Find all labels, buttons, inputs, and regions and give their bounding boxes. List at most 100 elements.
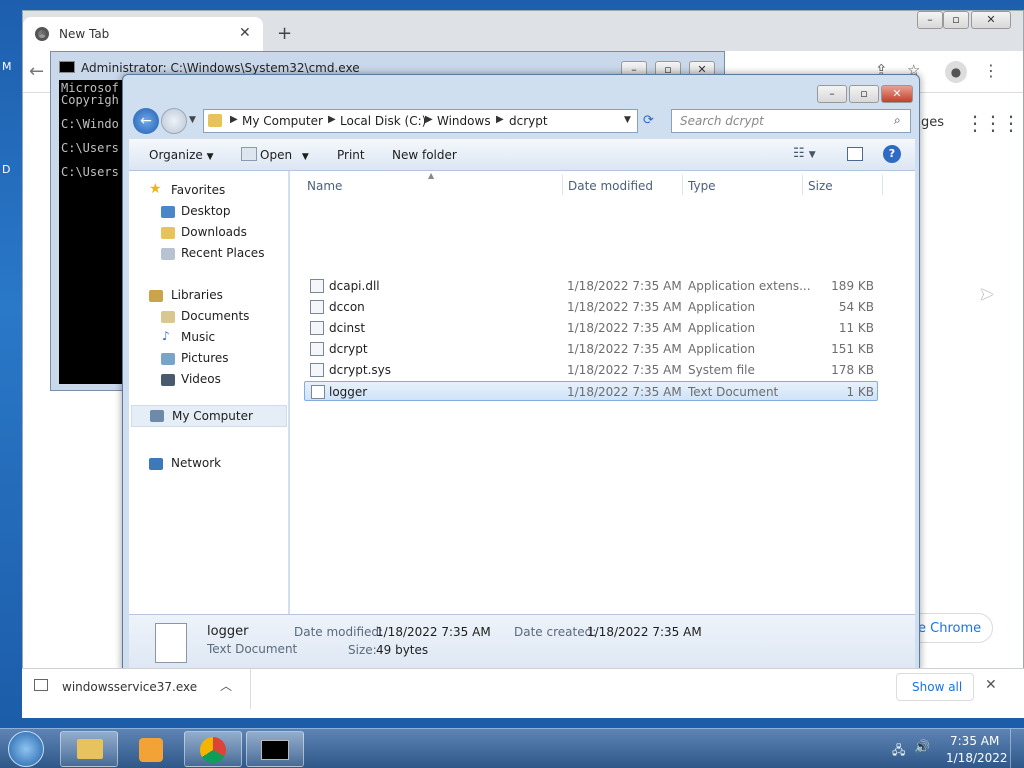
close-window-button[interactable]: ✕	[971, 11, 1011, 29]
start-button[interactable]	[8, 731, 44, 767]
file-date: 1/18/2022 7:35 AM	[567, 342, 682, 356]
cmd-icon	[261, 740, 289, 760]
minimize-button[interactable]: –	[917, 11, 943, 29]
nav-network[interactable]: Network	[171, 456, 221, 470]
chrome-logo-icon	[35, 27, 49, 41]
search-input[interactable]: Search dcrypt ⌕	[671, 109, 911, 133]
details-type: Text Document	[207, 642, 298, 656]
maximize-button[interactable]: ▫	[849, 85, 879, 103]
file-row[interactable]: dcrypt.sys 1/18/2022 7:35 AM System file 17…	[304, 360, 878, 380]
chevron-right-icon: ▶	[496, 114, 504, 125]
text-document-icon	[155, 623, 187, 663]
taskbar-explorer[interactable]	[60, 731, 118, 767]
file-row[interactable]: dcrypt 1/18/2022 7:35 AM Application 151 KB	[304, 339, 878, 359]
breadcrumb-item[interactable]: Local Disk (C:)	[340, 114, 426, 128]
documents-icon	[161, 311, 175, 323]
column-name[interactable]: Name	[307, 179, 342, 193]
chevron-down-icon[interactable]: ▼	[624, 115, 631, 125]
forward-icon[interactable]	[161, 108, 187, 134]
chrome-logo-icon	[200, 737, 226, 763]
nav-recent-places[interactable]: Recent Places	[181, 246, 264, 260]
file-row[interactable]: dcapi.dll 1/18/2022 7:35 AM Application ex…	[304, 276, 878, 296]
view-options-icon[interactable]: ☷ ▼	[793, 146, 816, 161]
column-divider[interactable]	[882, 175, 883, 195]
column-divider[interactable]	[562, 175, 563, 195]
navigation-pane: ★ Favorites Desktop Downloads Recent Pla…	[129, 171, 289, 614]
minimize-button[interactable]: –	[817, 85, 847, 103]
network-tray-icon[interactable]: 🖧	[892, 741, 905, 762]
breadcrumb-item[interactable]: My Computer	[242, 114, 323, 128]
clock-time[interactable]: 7:35 AM	[950, 734, 999, 748]
organize-button[interactable]: Organize ▼	[149, 148, 214, 162]
show-all-button[interactable]: Show all	[896, 673, 974, 701]
nav-downloads[interactable]: Downloads	[181, 225, 247, 239]
download-item[interactable]: windowsservice37.exe	[62, 680, 197, 694]
details-pane: logger Text Document Date modified: 1/18…	[129, 614, 915, 672]
system-file-icon	[310, 363, 324, 377]
nav-videos[interactable]: Videos	[181, 372, 221, 386]
column-size[interactable]: Size	[808, 179, 833, 193]
file-row[interactable]: dcinst 1/18/2022 7:35 AM Application 11 KB	[304, 318, 878, 338]
videos-icon	[161, 374, 175, 386]
partial-link-text[interactable]: ges	[921, 115, 944, 130]
back-icon[interactable]: ←	[133, 108, 159, 134]
cmd-title: Administrator: C:\Windows\System32\cmd.e…	[81, 61, 360, 75]
chevron-down-icon[interactable]: ▼	[189, 115, 196, 125]
application-icon	[310, 300, 324, 314]
nav-documents[interactable]: Documents	[181, 309, 249, 323]
details-size-label: Size:	[348, 643, 377, 657]
volume-icon[interactable]: 🔊	[914, 740, 930, 755]
show-desktop-button[interactable]	[1010, 729, 1024, 768]
nav-my-computer-selected[interactable]: My Computer	[131, 405, 287, 427]
file-row[interactable]: dccon 1/18/2022 7:35 AM Application 54 KB	[304, 297, 878, 317]
clock-date[interactable]: 1/18/2022	[946, 751, 1008, 765]
text-document-icon	[311, 385, 325, 399]
profile-icon[interactable]: ●	[945, 61, 967, 83]
breadcrumb-item[interactable]: Windows	[437, 114, 491, 128]
file-name: dcinst	[329, 321, 366, 335]
open-button[interactable]: Open ▼	[260, 148, 309, 162]
file-row-selected[interactable]: logger 1/18/2022 7:35 AM Text Document 1 KB	[304, 381, 878, 401]
maximize-button[interactable]: ▫	[943, 11, 969, 29]
column-type[interactable]: Type	[688, 179, 716, 193]
close-window-button[interactable]: ✕	[881, 85, 913, 103]
file-type: Text Document	[688, 385, 779, 399]
taskbar-media-player[interactable]	[122, 731, 180, 767]
column-divider[interactable]	[682, 175, 683, 195]
tab-new-tab[interactable]: New Tab ✕	[23, 17, 263, 51]
mouse-cursor-icon: ➤	[979, 284, 995, 305]
refresh-icon[interactable]: ⟳	[643, 113, 654, 128]
file-list: ▲ Name Date modified Type Size dcapi.dll…	[290, 171, 915, 614]
explorer-window: – ▫ ✕ ← ▼ ▶ My Computer ▶ Local Disk (C:…	[122, 74, 920, 672]
new-folder-button[interactable]: New folder	[392, 148, 457, 162]
taskbar: 🖧 🔊 7:35 AM 1/18/2022	[0, 728, 1024, 768]
print-button[interactable]: Print	[337, 148, 365, 162]
new-tab-button[interactable]: +	[277, 23, 292, 44]
breadcrumb-item[interactable]: dcrypt	[509, 114, 548, 128]
chevron-up-icon[interactable]: ︿	[220, 677, 232, 694]
nav-music[interactable]: Music	[181, 330, 215, 344]
folder-icon	[77, 739, 103, 759]
file-name: dcapi.dll	[329, 279, 380, 293]
kebab-menu-icon[interactable]: ⋮	[983, 61, 999, 80]
network-icon	[149, 458, 163, 470]
details-date-modified-label: Date modified:	[294, 625, 384, 639]
column-date-modified[interactable]: Date modified	[568, 179, 653, 193]
back-icon[interactable]: ←	[29, 61, 44, 82]
taskbar-cmd[interactable]	[246, 731, 304, 767]
recent-places-icon	[161, 248, 175, 260]
nav-pictures[interactable]: Pictures	[181, 351, 229, 365]
details-date-modified: 1/18/2022 7:35 AM	[376, 625, 491, 639]
nav-favorites[interactable]: Favorites	[171, 183, 225, 197]
nav-desktop[interactable]: Desktop	[181, 204, 231, 218]
help-icon[interactable]: ?	[883, 145, 901, 163]
chevron-down-icon: ▼	[301, 152, 309, 162]
nav-libraries[interactable]: Libraries	[171, 288, 223, 302]
address-bar[interactable]: ▶ My Computer ▶ Local Disk (C:) ▶ Window…	[203, 109, 638, 133]
close-icon[interactable]: ✕	[239, 25, 251, 41]
taskbar-chrome[interactable]	[184, 731, 242, 767]
close-icon[interactable]: ✕	[985, 677, 997, 693]
apps-grid-icon[interactable]: ⋮⋮⋮	[965, 111, 1021, 135]
column-divider[interactable]	[802, 175, 803, 195]
preview-pane-icon[interactable]	[847, 147, 863, 161]
